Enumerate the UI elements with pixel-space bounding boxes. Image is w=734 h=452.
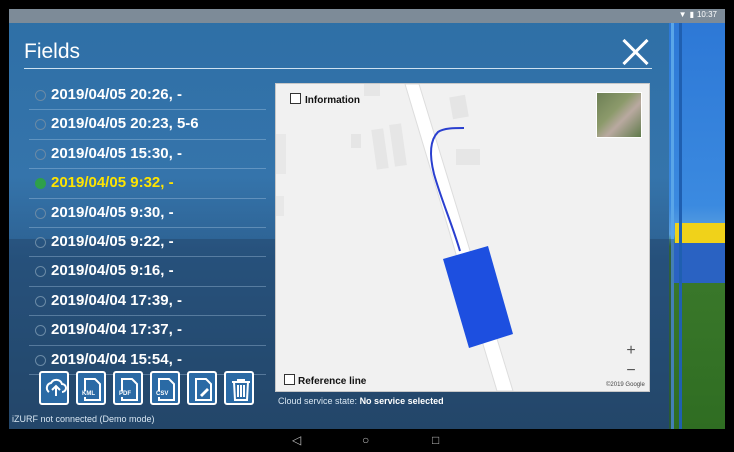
app-screen: ▼ ▮ 10:37 Fields 2019/04/05 20:26, -2019/0… <box>9 9 725 429</box>
vehicle-graphic <box>675 223 725 243</box>
export-kml-button[interactable]: KML <box>76 371 106 405</box>
field-label: 2019/04/04 15:54, - <box>51 350 182 368</box>
field-list-item[interactable]: 2019/04/05 9:16, - <box>29 257 266 287</box>
radio-button[interactable] <box>35 90 46 101</box>
export-format-tag: PDF <box>118 391 132 397</box>
system-nav-bar: ◁ ○ □ <box>0 429 734 452</box>
radio-button[interactable] <box>35 119 46 131</box>
page-title: Fields <box>24 40 81 63</box>
status-time: 10:37 <box>696 10 717 19</box>
field-list-item[interactable]: 2019/04/05 9:32, - <box>29 169 266 199</box>
field-label: 2019/04/05 9:32, - <box>51 174 174 192</box>
field-label: 2019/04/05 9:30, - <box>51 203 174 221</box>
3d-view-background <box>669 23 725 429</box>
wifi-icon: ▼ <box>678 10 687 19</box>
radio-button[interactable] <box>35 236 46 248</box>
building <box>371 128 389 170</box>
radio-button[interactable] <box>35 325 46 337</box>
radio-button[interactable] <box>35 178 46 190</box>
csv-export-icon <box>158 378 175 401</box>
information-checkbox[interactable] <box>290 93 301 104</box>
export-format-tag: CSV <box>155 391 170 397</box>
cloud-upload-icon <box>45 378 67 396</box>
field-list-item[interactable]: 2019/04/05 20:23, 5-6 <box>29 110 266 140</box>
map-canvas <box>276 84 514 391</box>
field-list: 2019/04/05 20:26, - 2019/04/05 20:23, 5-6… <box>29 81 266 375</box>
zoom-out-button[interactable]: − <box>620 361 642 381</box>
pdf-export-icon <box>121 378 138 401</box>
cloud-upload-button[interactable] <box>39 371 69 405</box>
road <box>404 84 514 391</box>
radio-button[interactable] <box>35 148 46 160</box>
map-copyright: ©2019 Google <box>606 382 645 388</box>
map-view[interactable]: Information + − Reference line ©2019 Goo… <box>275 83 650 392</box>
delete-field-button[interactable] <box>224 371 254 405</box>
field-label: 2019/04/05 9:16, - <box>51 262 174 280</box>
status-bar: ▼ ▮ 10:37 <box>9 9 725 23</box>
field-list-item[interactable]: 2019/04/04 17:39, - <box>29 287 266 317</box>
field-label: 2019/04/05 20:23, 5-6 <box>51 115 199 133</box>
field-polygon <box>443 246 513 348</box>
field-list-item[interactable]: 2019/04/04 17:37, - <box>29 316 266 346</box>
satellite-layer-button[interactable] <box>596 92 642 138</box>
export-format-tag: KML <box>81 391 96 397</box>
building <box>389 123 407 167</box>
information-label: Information <box>305 95 360 106</box>
building <box>276 134 286 174</box>
back-button[interactable]: ◁ <box>292 433 301 447</box>
information-toggle[interactable]: Information <box>290 93 360 106</box>
zoom-controls: + − <box>620 341 642 381</box>
field-label: 2019/04/04 17:37, - <box>51 321 182 339</box>
close-icon[interactable] <box>621 37 651 67</box>
radio-button[interactable] <box>35 354 46 366</box>
radio-button[interactable] <box>35 207 46 219</box>
field-label: 2019/04/05 9:22, - <box>51 232 174 250</box>
field-list-item[interactable]: 2019/04/05 15:30, - <box>29 140 266 170</box>
building <box>351 134 361 148</box>
building <box>449 94 469 120</box>
radio-button[interactable] <box>35 295 46 307</box>
zoom-in-button[interactable]: + <box>620 341 642 361</box>
export-csv-button[interactable]: CSV <box>150 371 180 405</box>
field-label: 2019/04/05 20:26, - <box>51 86 182 103</box>
building <box>456 149 480 165</box>
recents-button[interactable]: □ <box>432 433 439 447</box>
building <box>276 196 284 216</box>
home-button[interactable]: ○ <box>362 433 369 447</box>
building <box>364 84 380 96</box>
field-list-item[interactable]: 2019/04/05 9:30, - <box>29 199 266 228</box>
kml-export-icon <box>84 378 101 401</box>
field-label: 2019/04/04 17:39, - <box>51 291 182 309</box>
field-label: 2019/04/05 15:30, - <box>51 144 182 162</box>
reference-line-label: Reference line <box>298 376 367 387</box>
radio-button[interactable] <box>35 266 46 278</box>
reference-line-toggle[interactable]: Reference line <box>284 374 366 387</box>
edit-field-button[interactable] <box>187 371 217 405</box>
reference-line-checkbox[interactable] <box>284 374 295 385</box>
guide-line <box>679 23 682 429</box>
title-divider <box>24 68 652 69</box>
export-pdf-button[interactable]: PDF <box>113 371 143 405</box>
field-list-item[interactable]: 2019/04/05 20:26, - <box>29 81 266 111</box>
cloud-service-value: No service selected <box>359 396 444 406</box>
trash-icon <box>232 379 250 401</box>
field-list-item[interactable]: 2019/04/05 9:22, - <box>29 228 266 258</box>
edit-icon <box>195 378 212 401</box>
connection-status: iZURF not connected (Demo mode) <box>12 414 155 424</box>
cloud-service-state: Cloud service state: No service selected <box>278 396 444 406</box>
battery-icon: ▮ <box>689 10 694 19</box>
